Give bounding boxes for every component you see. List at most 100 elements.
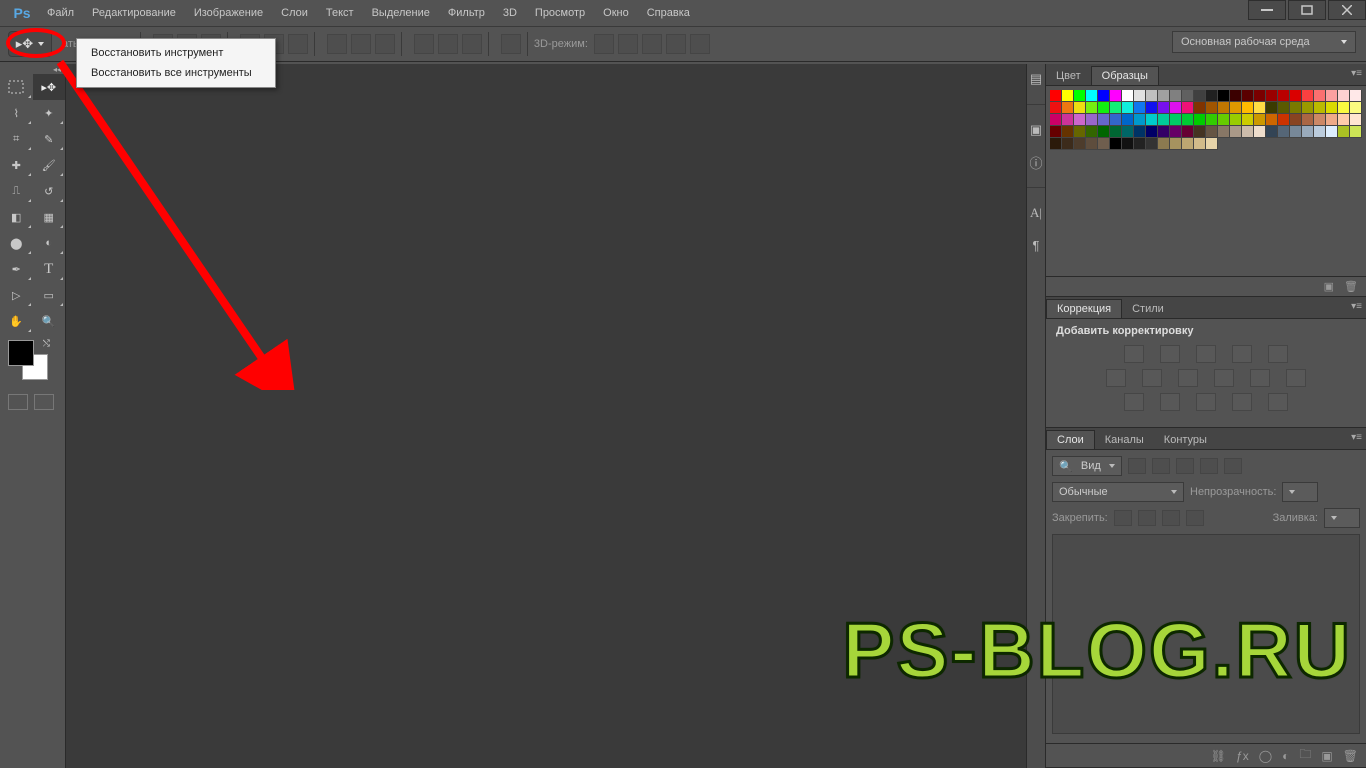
swatch[interactable] — [1110, 114, 1122, 126]
lock-all-icon[interactable] — [1186, 510, 1204, 526]
maximize-button[interactable] — [1288, 0, 1326, 20]
levels-icon[interactable] — [1160, 345, 1180, 363]
swatch[interactable] — [1062, 102, 1074, 114]
delete-layer-icon[interactable]: 🗑 — [1343, 749, 1358, 763]
filter-smart-icon[interactable] — [1224, 458, 1242, 474]
tool-preset-picker[interactable]: ▸✥ — [8, 31, 52, 57]
swatch[interactable] — [1134, 102, 1146, 114]
swatch[interactable] — [1122, 102, 1134, 114]
swatch[interactable] — [1326, 90, 1338, 102]
opacity-input[interactable] — [1282, 482, 1318, 502]
swatch[interactable] — [1050, 90, 1062, 102]
3d-roll-icon[interactable] — [618, 34, 638, 54]
new-swatch-icon[interactable]: ▣ — [1324, 280, 1334, 293]
swatch[interactable] — [1206, 90, 1218, 102]
swatch[interactable] — [1230, 102, 1242, 114]
ctx-reset-tool[interactable]: Восстановить инструмент — [77, 43, 275, 63]
swatch[interactable] — [1110, 102, 1122, 114]
swatch[interactable] — [1350, 126, 1362, 138]
marquee-tool[interactable] — [0, 74, 33, 100]
brightness-icon[interactable] — [1124, 345, 1144, 363]
swatch[interactable] — [1146, 102, 1158, 114]
swatch[interactable] — [1074, 138, 1086, 150]
swatch[interactable] — [1122, 138, 1134, 150]
quickmask-mode-icon[interactable] — [34, 394, 54, 410]
swatch[interactable] — [1158, 138, 1170, 150]
gradient-tool[interactable]: ▦ — [33, 204, 66, 230]
swatch[interactable] — [1266, 126, 1278, 138]
swatch[interactable] — [1170, 114, 1182, 126]
photo-filter-icon[interactable] — [1214, 369, 1234, 387]
swatch[interactable] — [1158, 114, 1170, 126]
distribute-top-icon[interactable] — [327, 34, 347, 54]
swatch[interactable] — [1158, 102, 1170, 114]
swatch[interactable] — [1254, 126, 1266, 138]
distribute-bottom-icon[interactable] — [375, 34, 395, 54]
blend-mode-select[interactable]: Обычные — [1052, 482, 1184, 502]
swatch[interactable] — [1074, 90, 1086, 102]
swatch[interactable] — [1302, 90, 1314, 102]
swatch[interactable] — [1218, 90, 1230, 102]
swatch[interactable] — [1146, 114, 1158, 126]
path-select-tool[interactable]: ▷ — [0, 282, 33, 308]
3d-slide-icon[interactable] — [666, 34, 686, 54]
brush-tool[interactable]: 🖌 — [33, 152, 66, 178]
swatch[interactable] — [1350, 90, 1362, 102]
swatch[interactable] — [1338, 90, 1350, 102]
swatch[interactable] — [1326, 126, 1338, 138]
swatch[interactable] — [1098, 138, 1110, 150]
distribute-vcenter-icon[interactable] — [351, 34, 371, 54]
blur-tool[interactable]: ⬤ — [0, 230, 33, 256]
paragraph-icon[interactable]: ¶ — [1027, 236, 1045, 254]
swatch[interactable] — [1182, 126, 1194, 138]
swatch[interactable] — [1110, 126, 1122, 138]
filter-pixel-icon[interactable] — [1128, 458, 1146, 474]
channel-mixer-icon[interactable] — [1250, 369, 1270, 387]
swatch[interactable] — [1098, 114, 1110, 126]
swatch[interactable] — [1278, 114, 1290, 126]
menu-редактирование[interactable]: Редактирование — [83, 0, 185, 26]
swatch[interactable] — [1278, 126, 1290, 138]
tools-collapse-handle[interactable]: ◂◂ — [0, 64, 65, 74]
swatch[interactable] — [1218, 126, 1230, 138]
swatch[interactable] — [1098, 126, 1110, 138]
swatch[interactable] — [1302, 102, 1314, 114]
swatch[interactable] — [1194, 138, 1206, 150]
navigator-icon[interactable]: ▣ — [1027, 121, 1045, 139]
invert-icon[interactable] — [1124, 393, 1144, 411]
swatch[interactable] — [1074, 102, 1086, 114]
swatch[interactable] — [1074, 114, 1086, 126]
lock-image-icon[interactable] — [1138, 510, 1156, 526]
lock-position-icon[interactable] — [1162, 510, 1180, 526]
close-button[interactable] — [1328, 0, 1366, 20]
menu-слои[interactable]: Слои — [272, 0, 317, 26]
swatch[interactable] — [1098, 90, 1110, 102]
tab-color[interactable]: Цвет — [1046, 67, 1091, 85]
swatch[interactable] — [1326, 102, 1338, 114]
new-group-icon[interactable]: 🗀 — [1299, 745, 1311, 766]
layer-filter-select[interactable]: 🔍Вид — [1052, 456, 1122, 476]
filter-type-icon[interactable] — [1176, 458, 1194, 474]
curves-icon[interactable] — [1196, 345, 1216, 363]
swatch[interactable] — [1278, 102, 1290, 114]
swatch[interactable] — [1350, 102, 1362, 114]
swatch[interactable] — [1134, 138, 1146, 150]
hand-tool[interactable]: ✋ — [0, 308, 33, 334]
swatch[interactable] — [1230, 126, 1242, 138]
workspace-switcher[interactable]: Основная рабочая среда — [1172, 31, 1356, 53]
history-brush-tool[interactable]: ↺ — [33, 178, 66, 204]
character-icon[interactable]: A| — [1027, 204, 1045, 222]
vibrance-icon[interactable] — [1268, 345, 1288, 363]
swatch[interactable] — [1266, 102, 1278, 114]
filter-adjust-icon[interactable] — [1152, 458, 1170, 474]
swatch[interactable] — [1254, 90, 1266, 102]
swatch[interactable] — [1146, 138, 1158, 150]
clone-stamp-tool[interactable]: ⎍ — [0, 178, 33, 204]
foreground-color[interactable] — [8, 340, 34, 366]
swatch[interactable] — [1086, 114, 1098, 126]
swatch[interactable] — [1290, 114, 1302, 126]
swatch[interactable] — [1062, 90, 1074, 102]
swatch[interactable] — [1230, 114, 1242, 126]
gradient-map-icon[interactable] — [1232, 393, 1252, 411]
swatch[interactable] — [1170, 102, 1182, 114]
